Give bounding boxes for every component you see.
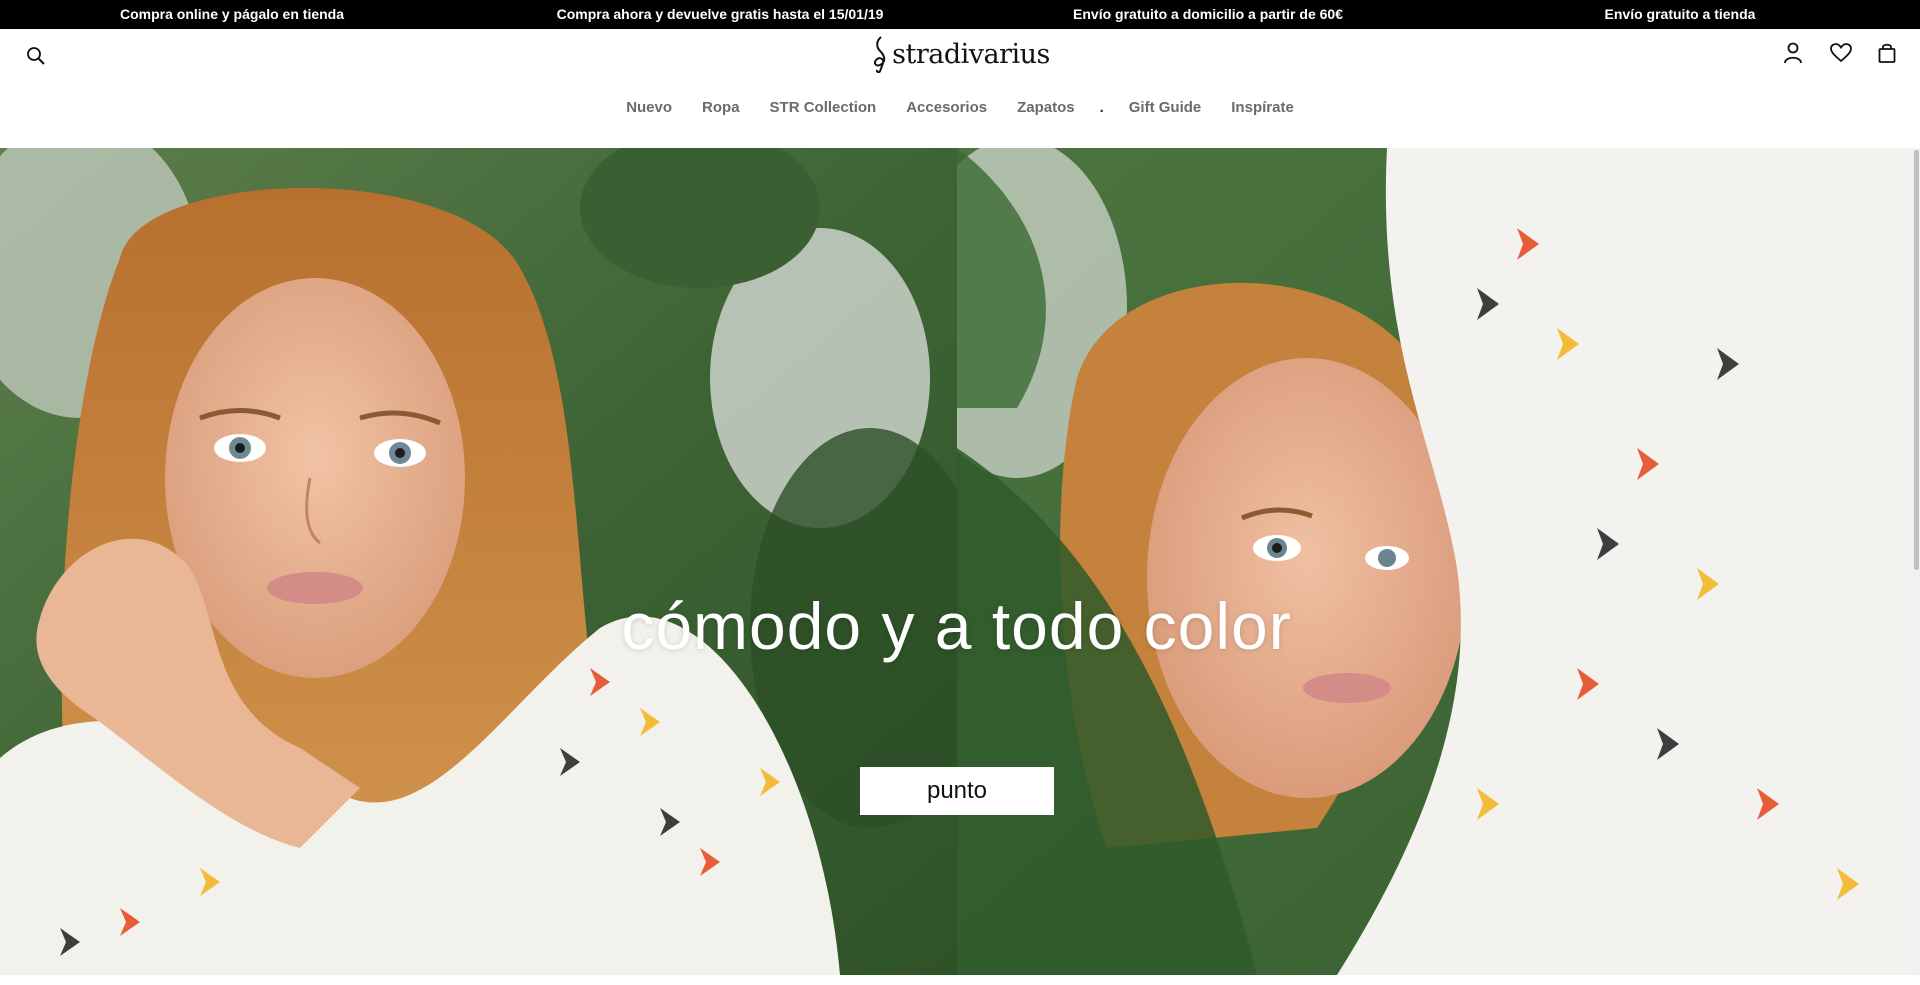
logo-text: stradivarius (892, 38, 1050, 70)
promo-item[interactable]: Compra ahora y devuelve gratis hasta el … (557, 0, 884, 29)
promo-item[interactable]: Envío gratuito a tienda (1605, 0, 1756, 29)
nav-item-str-collection[interactable]: STR Collection (770, 99, 877, 116)
heart-icon[interactable] (1826, 38, 1856, 68)
hero-banner[interactable]: cómodo y a todo color punto (0, 148, 1913, 975)
page-bottom-edge (0, 975, 1920, 985)
promo-item[interactable]: Envío gratuito a domicilio a partir de 6… (1073, 0, 1343, 29)
nav-item-zapatos[interactable]: Zapatos (1017, 99, 1075, 116)
nav-item-ropa[interactable]: Ropa (702, 99, 740, 116)
nav-item-inspirate[interactable]: Inspírate (1231, 99, 1294, 116)
scrollbar[interactable] (1913, 148, 1920, 975)
user-icon[interactable] (1778, 38, 1808, 68)
nav-item-accesorios[interactable]: Accesorios (906, 99, 987, 116)
shopping-bag-icon[interactable] (1872, 38, 1902, 68)
hero-image-right (957, 148, 1913, 975)
hero-image-left (0, 148, 957, 975)
nav-item-gift-guide[interactable]: Gift Guide (1129, 99, 1202, 116)
promo-item[interactable]: Compra online y págalo en tienda (120, 0, 344, 29)
treble-clef-icon (873, 36, 886, 73)
main-nav: Nuevo Ropa STR Collection Accesorios Zap… (0, 99, 1920, 116)
hero-cta-button[interactable]: punto (860, 767, 1054, 815)
search-icon[interactable] (21, 41, 51, 71)
promo-bar: Compra online y págalo en tienda Compra … (0, 0, 1920, 29)
hero-headline: cómodo y a todo color (621, 589, 1292, 663)
brand-logo[interactable]: stradivarius (870, 35, 1050, 73)
nav-separator[interactable]: . (1100, 99, 1104, 116)
nav-item-nuevo[interactable]: Nuevo (626, 99, 672, 116)
site-header: stradivarius Nuevo Ropa STR Collection A… (0, 29, 1920, 148)
scrollbar-thumb[interactable] (1914, 150, 1919, 570)
